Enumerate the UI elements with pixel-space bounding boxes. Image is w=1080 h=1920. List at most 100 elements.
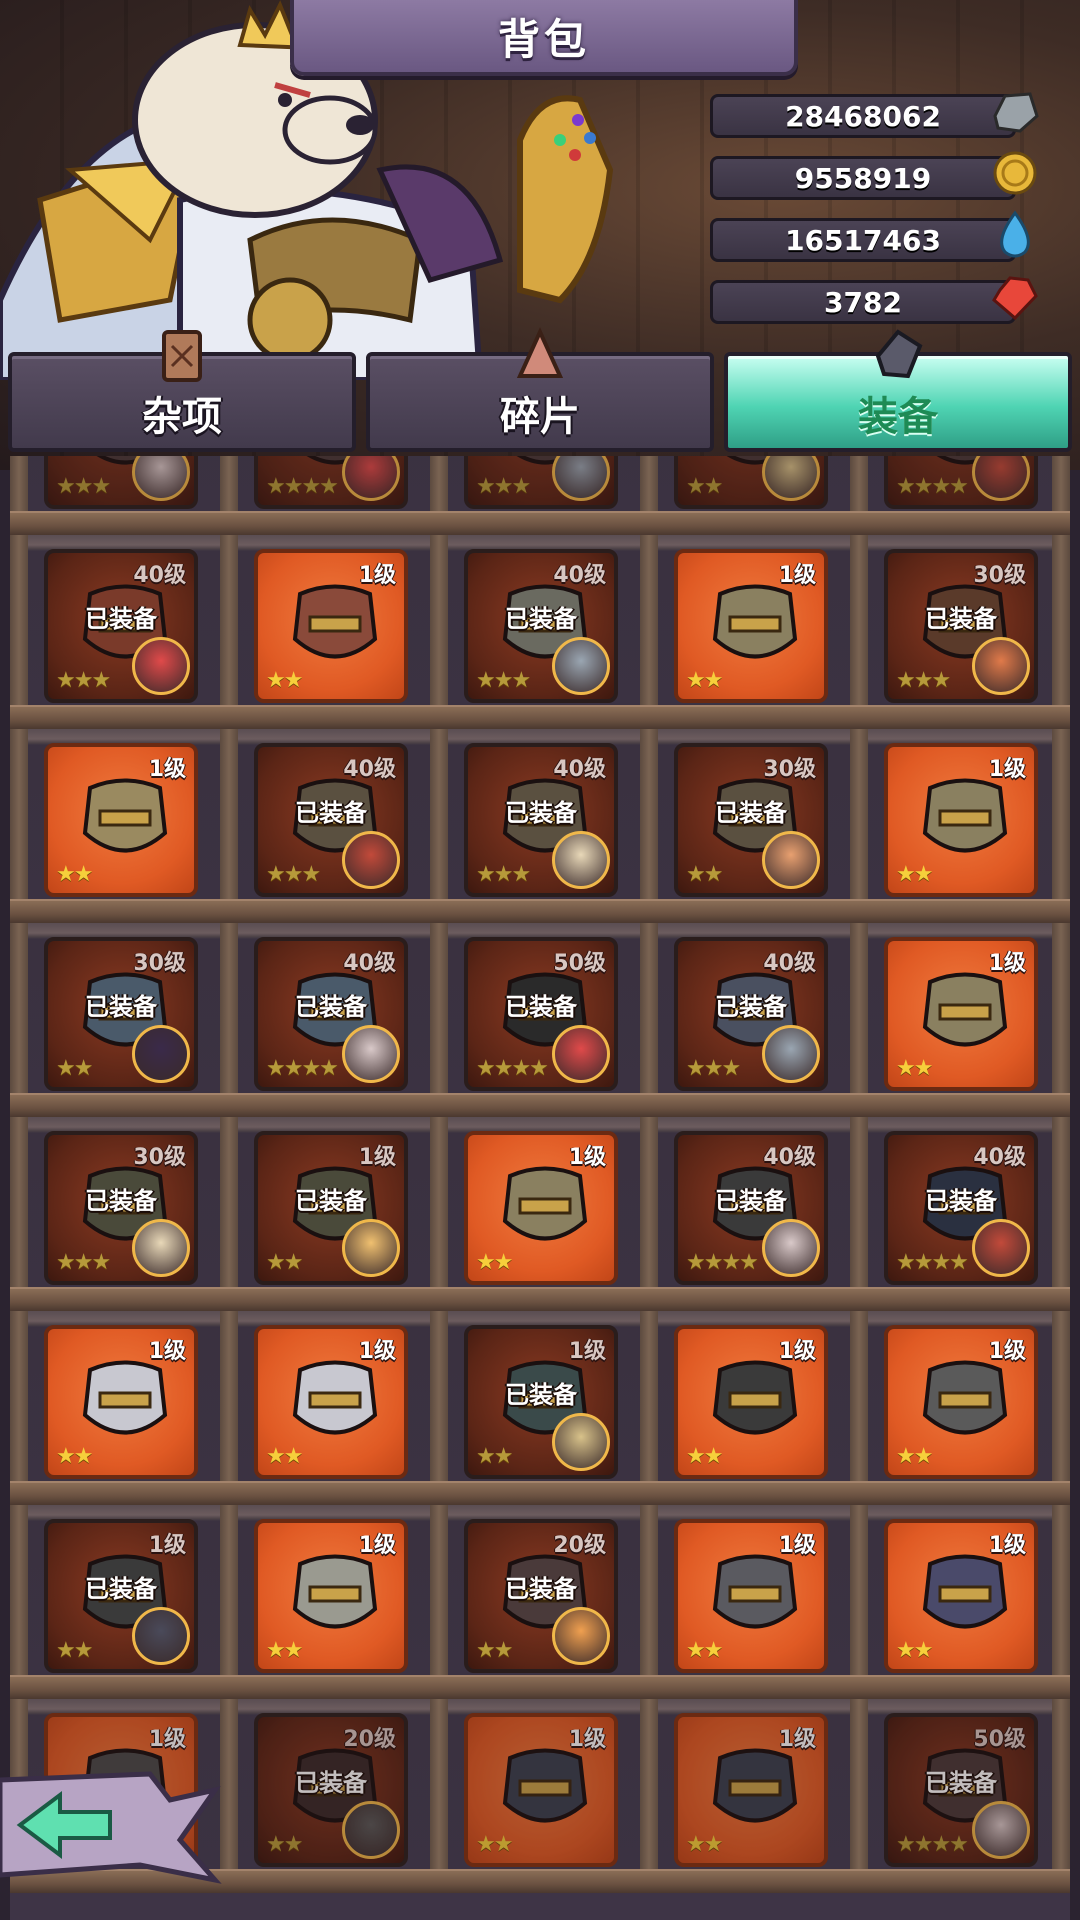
hero-avatar (342, 1801, 400, 1859)
equipment-item-icon (502, 1166, 588, 1241)
item-stars: ★★★★ (266, 474, 339, 499)
equipment-item-icon (712, 1748, 798, 1823)
equipment-slot[interactable]: 1级 ★★ (44, 1325, 198, 1479)
equipment-slot[interactable]: 40级 ★★★ 已装备 (44, 549, 198, 703)
equipment-slot[interactable]: 50级 ★★★★ 已装备 (464, 937, 618, 1091)
shelf-post (10, 535, 28, 729)
equipped-label: 已装备 (505, 1575, 577, 1603)
equipment-slot[interactable]: ★★★★已装备 (254, 456, 408, 509)
equipment-slot[interactable]: 1级 ★★ (884, 1325, 1038, 1479)
equipment-slot[interactable]: 1级 ★★ (884, 937, 1038, 1091)
equipment-slot[interactable]: 40级 ★★★ 已装备 (254, 743, 408, 897)
tab-shards[interactable]: 碎片 (366, 327, 714, 452)
equipment-slot[interactable]: 40级 ★★★★ 已装备 (884, 1131, 1038, 1285)
equipment-slot[interactable]: ★★★已装备 (464, 456, 618, 509)
equipment-slot[interactable]: 1级 ★★ (254, 1519, 408, 1673)
shelf-post (850, 1699, 868, 1893)
item-stars: ★★ (896, 1056, 933, 1081)
gold-coin-icon (993, 151, 1037, 195)
item-level: 1级 (358, 1145, 396, 1170)
hero-avatar (342, 1025, 400, 1083)
item-stars: ★★ (686, 1444, 723, 1469)
equipment-item-icon (922, 972, 1008, 1047)
hero-avatar (342, 1219, 400, 1277)
equipped-label: 已装备 (85, 1187, 157, 1215)
equipment-slot[interactable]: 40级 ★★★★ 已装备 (254, 937, 408, 1091)
shelf-post (640, 1505, 658, 1699)
equipment-slot[interactable]: 20级 ★★ 已装备 (254, 1713, 408, 1867)
equipment-item-icon (922, 778, 1008, 853)
equipment-slot[interactable]: 1级 ★★ (464, 1131, 618, 1285)
equipment-slot[interactable]: 30级 ★★ 已装备 (44, 937, 198, 1091)
hero-avatar (552, 1025, 610, 1083)
equipment-slot[interactable]: 1级 ★★ 已装备 (254, 1131, 408, 1285)
item-level: 40级 (133, 563, 186, 588)
red-gem-icon (992, 276, 1038, 321)
shelf-post (640, 535, 658, 729)
item-level: 1级 (988, 757, 1026, 782)
equipped-label: 已装备 (85, 993, 157, 1021)
equipped-label: 已装备 (715, 1187, 787, 1215)
item-level: 1级 (778, 1727, 816, 1752)
shelf-post (430, 535, 448, 729)
equipment-slot[interactable]: 40级 ★★★★ 已装备 (674, 1131, 828, 1285)
equipment-item-icon (712, 584, 798, 659)
item-stars: ★★ (56, 862, 93, 887)
equipment-slot[interactable]: 40级 ★★★ 已装备 (674, 937, 828, 1091)
equipment-slot[interactable]: 1级 ★★ (254, 1325, 408, 1479)
shelf-post (430, 1699, 448, 1893)
gauntlet-icon (875, 329, 923, 379)
equipment-slot[interactable]: 40级 ★★★ 已装备 (464, 743, 618, 897)
shelf-post (850, 1311, 868, 1505)
shelf-post (640, 923, 658, 1117)
item-level: 1级 (148, 1533, 186, 1558)
equipment-slot[interactable]: 1级 ★★ (674, 1519, 828, 1673)
page-title-plate: 背包 (290, 0, 798, 76)
equipment-slot[interactable]: 1级 ★★ (884, 743, 1038, 897)
equipment-slot[interactable]: ★★已装备 (674, 456, 828, 509)
shelf-post (10, 923, 28, 1117)
equipment-slot[interactable]: 1级 ★★ 已装备 (44, 1519, 198, 1673)
equipment-slot[interactable]: 30级 ★★★ 已装备 (884, 549, 1038, 703)
equipment-slot[interactable]: 20级 ★★ 已装备 (464, 1519, 618, 1673)
equipment-slot[interactable]: 30级 ★★ 已装备 (674, 743, 828, 897)
item-level: 1级 (568, 1727, 606, 1752)
equipment-slot[interactable]: 1级 ★★ 已装备 (464, 1325, 618, 1479)
equipment-slot[interactable]: 1级 ★★ (674, 1325, 828, 1479)
equipment-slot[interactable]: 1级 ★★ (254, 549, 408, 703)
item-stars: ★★ (266, 1638, 303, 1663)
currency-stone-amount: 28468062 (710, 94, 1016, 138)
water-drop-icon (1000, 210, 1030, 258)
equipped-label: 已装备 (715, 993, 787, 1021)
equipped-label: 已装备 (505, 799, 577, 827)
shelf-post (220, 535, 238, 729)
currency-water-amount: 16517463 (710, 218, 1016, 262)
item-level: 1级 (358, 1533, 396, 1558)
equipment-slot[interactable]: 50级 ★★★★ 已装备 (884, 1713, 1038, 1867)
equipment-item-icon (712, 1554, 798, 1629)
equipment-slot[interactable]: 1级 ★★ (674, 549, 828, 703)
item-stars: ★★ (686, 1832, 723, 1857)
item-level: 20级 (343, 1727, 396, 1752)
equipment-slot[interactable]: 40级 ★★★ 已装备 (464, 549, 618, 703)
item-stars: ★★ (56, 1638, 93, 1663)
equipment-slot[interactable]: 1级 ★★ (674, 1713, 828, 1867)
back-button[interactable] (0, 1770, 230, 1890)
equipment-slot[interactable]: 1级 ★★ (44, 743, 198, 897)
hero-avatar (972, 637, 1030, 695)
equipment-slot[interactable]: ★★★已装备 (44, 456, 198, 509)
tab-equipment[interactable]: 装备 (724, 329, 1072, 452)
currency-gem-amount: 3782 (710, 280, 1016, 324)
item-level: 30级 (133, 1145, 186, 1170)
equipment-slot[interactable]: ★★★★已装备 (884, 456, 1038, 509)
equipment-slot[interactable]: 1级 ★★ (464, 1713, 618, 1867)
item-stars: ★★★ (476, 862, 531, 887)
equipment-slot[interactable]: 30级 ★★★ 已装备 (44, 1131, 198, 1285)
item-stars: ★★★★ (896, 474, 969, 499)
equipment-slot[interactable]: 1级 ★★ (884, 1519, 1038, 1673)
equipment-item-icon (712, 1360, 798, 1435)
tab-misc[interactable]: 杂项 (8, 330, 356, 452)
item-stars: ★★★ (56, 1250, 111, 1275)
item-level: 20级 (553, 1533, 606, 1558)
shelf-post (850, 535, 868, 729)
